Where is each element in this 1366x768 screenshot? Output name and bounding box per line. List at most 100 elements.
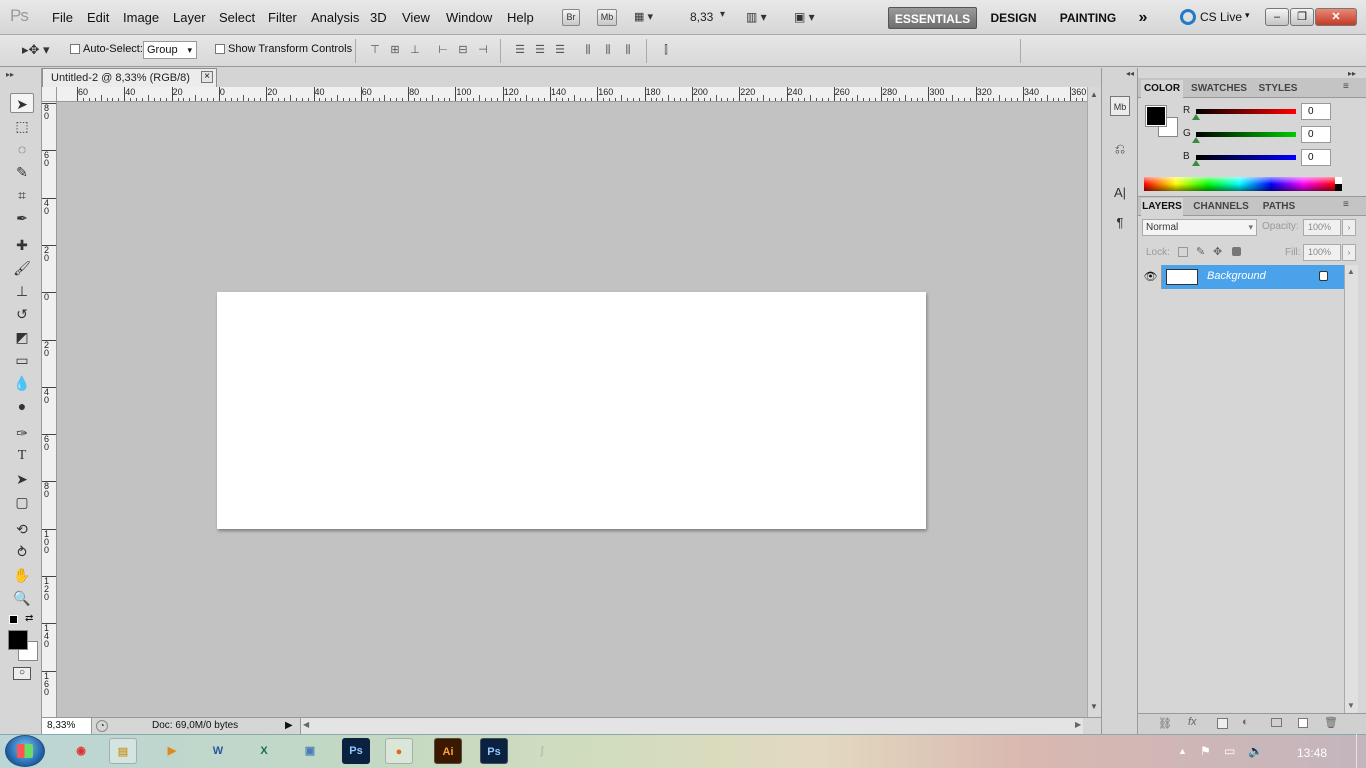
document-canvas[interactable] — [217, 292, 926, 529]
red-slider[interactable] — [1196, 109, 1296, 114]
paragraph-panel-icon[interactable]: ¶ — [1110, 213, 1130, 233]
fill-field[interactable]: 100% — [1303, 244, 1341, 261]
auto-select-dropdown[interactable]: Group ▾ — [143, 41, 197, 59]
ruler-origin[interactable] — [42, 87, 57, 102]
3d-orbit-tool-icon[interactable]: ⥁ — [10, 542, 34, 562]
distribute-left-icon[interactable]: ⫼ — [581, 43, 595, 57]
explorer-taskbar-icon[interactable]: ▤ — [109, 738, 137, 764]
default-colors-icon[interactable] — [9, 615, 18, 624]
volume-icon[interactable]: 🔊 — [1248, 744, 1263, 758]
panel-menu-icon[interactable]: ≡ — [1343, 81, 1349, 92]
marquee-tool-icon[interactable]: ⬚ — [10, 116, 34, 136]
zoom-tool-icon[interactable]: 🔍 — [10, 588, 34, 608]
lock-transparent-icon[interactable] — [1178, 247, 1188, 257]
lock-position-icon[interactable]: ✥ — [1213, 245, 1222, 258]
menu-help[interactable]: Help — [507, 10, 534, 25]
opacity-slider-icon[interactable]: › — [1342, 219, 1356, 236]
link-layers-icon[interactable]: ⛓ — [1158, 717, 1172, 730]
chrome-taskbar-icon[interactable]: ◉ — [67, 738, 95, 764]
foreground-color-swatch[interactable] — [1145, 105, 1167, 127]
clock[interactable]: 13:48 — [1297, 746, 1327, 760]
distribute-top-icon[interactable]: ☰ — [513, 43, 527, 57]
menu-3d[interactable]: 3D — [370, 10, 387, 25]
type-tool-icon[interactable]: T — [10, 446, 34, 466]
tab-color[interactable]: COLOR — [1141, 80, 1183, 98]
opacity-field[interactable]: 100% — [1303, 219, 1341, 236]
scroll-down-icon[interactable]: ▼ — [1347, 701, 1355, 710]
vertical-ruler[interactable]: 8 0 6 0 4 0 2 0 0 2 0 4 0 6 0 8 0 1 0 0 1 2 0 1 4 0… — [42, 102, 57, 717]
collapse-dock-icon[interactable]: ▸▸ — [1348, 69, 1356, 78]
new-layer-icon[interactable] — [1298, 718, 1308, 728]
visibility-eye-icon[interactable]: 👁 — [1140, 265, 1162, 289]
menu-analysis[interactable]: Analysis — [311, 10, 359, 25]
menu-filter[interactable]: Filter — [268, 10, 297, 25]
3d-rotate-tool-icon[interactable]: ⟲ — [10, 519, 34, 539]
collapse-panel-icon[interactable]: ▸▸ — [6, 70, 14, 79]
firefox-taskbar-icon[interactable]: ● — [385, 738, 413, 764]
delete-layer-icon[interactable]: 🗑 — [1324, 716, 1338, 729]
cs-live-label[interactable]: CS Live — [1200, 10, 1242, 24]
layer-name[interactable]: Background — [1207, 270, 1266, 282]
green-value[interactable]: 0 — [1301, 126, 1331, 143]
new-group-icon[interactable] — [1271, 718, 1282, 727]
scroll-up-icon[interactable]: ▲ — [1347, 267, 1355, 276]
close-button[interactable]: ✕ — [1315, 8, 1357, 26]
menu-layer[interactable]: Layer — [173, 10, 206, 25]
tab-paths[interactable]: PATHS — [1258, 198, 1300, 216]
eraser-tool-icon[interactable]: ◩ — [10, 327, 34, 347]
add-mask-icon[interactable] — [1217, 718, 1228, 729]
menu-file[interactable]: File — [52, 10, 73, 25]
view-extras-menu[interactable]: ▦ ▾ — [634, 9, 668, 26]
status-menu-icon[interactable]: ▶ — [285, 720, 293, 731]
workspace-painting[interactable]: PAINTING — [1054, 7, 1122, 29]
layer-style-icon[interactable]: fx — [1188, 716, 1197, 728]
black-swatch[interactable] — [1335, 184, 1342, 191]
media-player-taskbar-icon[interactable]: ▶ — [158, 738, 186, 764]
show-desktop-button[interactable] — [1356, 734, 1366, 768]
green-slider[interactable] — [1196, 132, 1296, 137]
align-right-icon[interactable]: ⊣ — [476, 43, 490, 57]
lock-pixels-icon[interactable]: ✎ — [1196, 245, 1205, 258]
shape-tool-icon[interactable]: ▢ — [10, 492, 34, 512]
zoom-status[interactable]: 8,33% — [42, 718, 92, 734]
color-spectrum-ramp[interactable] — [1144, 177, 1335, 191]
quick-mask-icon[interactable]: ○ — [13, 667, 31, 680]
scroll-up-icon[interactable]: ▲ — [1090, 90, 1098, 99]
blend-mode-dropdown[interactable]: Normal ▾ — [1142, 219, 1257, 236]
quick-selection-tool-icon[interactable]: ✎ — [10, 162, 34, 182]
menu-select[interactable]: Select — [219, 10, 255, 25]
vertical-scrollbar[interactable]: ▲ ▼ — [1087, 87, 1101, 717]
fill-slider-icon[interactable]: › — [1342, 244, 1356, 261]
menu-edit[interactable]: Edit — [87, 10, 109, 25]
workspace-design[interactable]: DESIGN — [986, 7, 1041, 29]
clone-stamp-tool-icon[interactable]: ⊥ — [10, 281, 34, 301]
adjustment-layer-icon[interactable]: ◐ — [1242, 716, 1249, 728]
app-taskbar-icon[interactable]: ∫ — [528, 738, 556, 764]
crop-tool-icon[interactable]: ⌗ — [10, 185, 34, 205]
start-button[interactable] — [5, 735, 45, 767]
excel-taskbar-icon[interactable]: X — [250, 738, 278, 764]
align-top-icon[interactable]: ⊤ — [368, 43, 382, 57]
layer-row[interactable]: 👁 Background — [1140, 265, 1344, 289]
layers-scrollbar[interactable]: ▲ ▼ — [1344, 265, 1358, 713]
blur-tool-icon[interactable]: 💧 — [10, 373, 34, 393]
align-vcenter-icon[interactable]: ⊞ — [388, 43, 402, 57]
transform-controls-checkbox[interactable] — [215, 44, 225, 54]
move-tool-icon[interactable]: ➤ — [10, 93, 34, 113]
menu-view[interactable]: View — [402, 10, 430, 25]
cs-live-dropdown-icon[interactable]: ▾ — [1245, 10, 1250, 21]
distribute-hcenter-icon[interactable]: ⫼ — [601, 43, 615, 57]
tab-channels[interactable]: CHANNELS — [1190, 198, 1252, 216]
show-hidden-icons-icon[interactable]: ▲ — [1178, 746, 1187, 756]
close-document-icon[interactable]: × — [201, 71, 213, 83]
screen-mode-menu[interactable]: ▣ ▾ — [794, 9, 828, 26]
zoom-dropdown-icon[interactable]: ▾ — [720, 9, 725, 20]
align-bottom-icon[interactable]: ⊥ — [408, 43, 422, 57]
arrange-documents-menu[interactable]: ▥ ▾ — [746, 9, 780, 26]
cs-live-icon[interactable] — [1180, 9, 1196, 25]
path-selection-tool-icon[interactable]: ➤ — [10, 469, 34, 489]
photoshop-taskbar-icon[interactable]: Ps — [342, 738, 370, 764]
foreground-color-swatch[interactable] — [8, 630, 28, 650]
scroll-left-icon[interactable]: ◀ — [303, 720, 309, 729]
align-hcenter-icon[interactable]: ⊟ — [456, 43, 470, 57]
